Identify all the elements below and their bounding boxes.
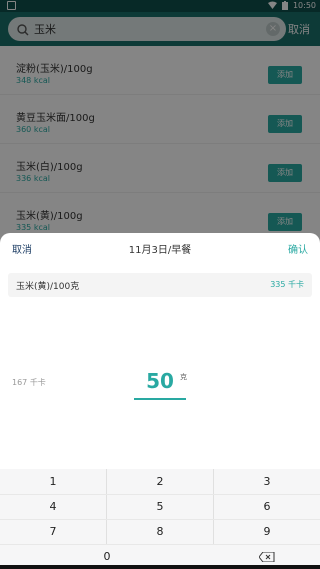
calorie-total: 167 千卡 xyxy=(12,378,46,387)
key-1[interactable]: 1 xyxy=(0,469,106,494)
amount-underline xyxy=(134,398,186,400)
key-6[interactable]: 6 xyxy=(214,494,320,519)
selected-food-name: 玉米(黄)/100克 xyxy=(16,282,80,292)
sheet-title: 11月3日/早餐 xyxy=(128,245,192,256)
key-9[interactable]: 9 xyxy=(214,519,320,544)
selected-food-kcal: 335 千卡 xyxy=(270,280,304,289)
sheet-cancel-button[interactable]: 取消 xyxy=(12,241,32,256)
key-2[interactable]: 2 xyxy=(107,469,213,494)
navigation-bar xyxy=(0,565,320,569)
selected-food-bar: 玉米(黄)/100克 335 千卡 xyxy=(8,273,312,297)
number-keypad: 1 2 3 4 5 6 7 8 9 0 xyxy=(0,469,320,569)
sheet-confirm-button[interactable]: 确认 xyxy=(288,241,308,256)
key-7[interactable]: 7 xyxy=(0,519,106,544)
amount-unit: 克 xyxy=(180,373,187,381)
key-5[interactable]: 5 xyxy=(107,494,213,519)
key-8[interactable]: 8 xyxy=(107,519,213,544)
amount-input[interactable]: 50 xyxy=(134,369,186,393)
portion-sheet: 11月3日/早餐 取消 确认 玉米(黄)/100克 335 千卡 167 千卡 … xyxy=(0,233,320,569)
sheet-header: 11月3日/早餐 取消 确认 xyxy=(0,233,320,263)
key-4[interactable]: 4 xyxy=(0,494,106,519)
key-3[interactable]: 3 xyxy=(214,469,320,494)
